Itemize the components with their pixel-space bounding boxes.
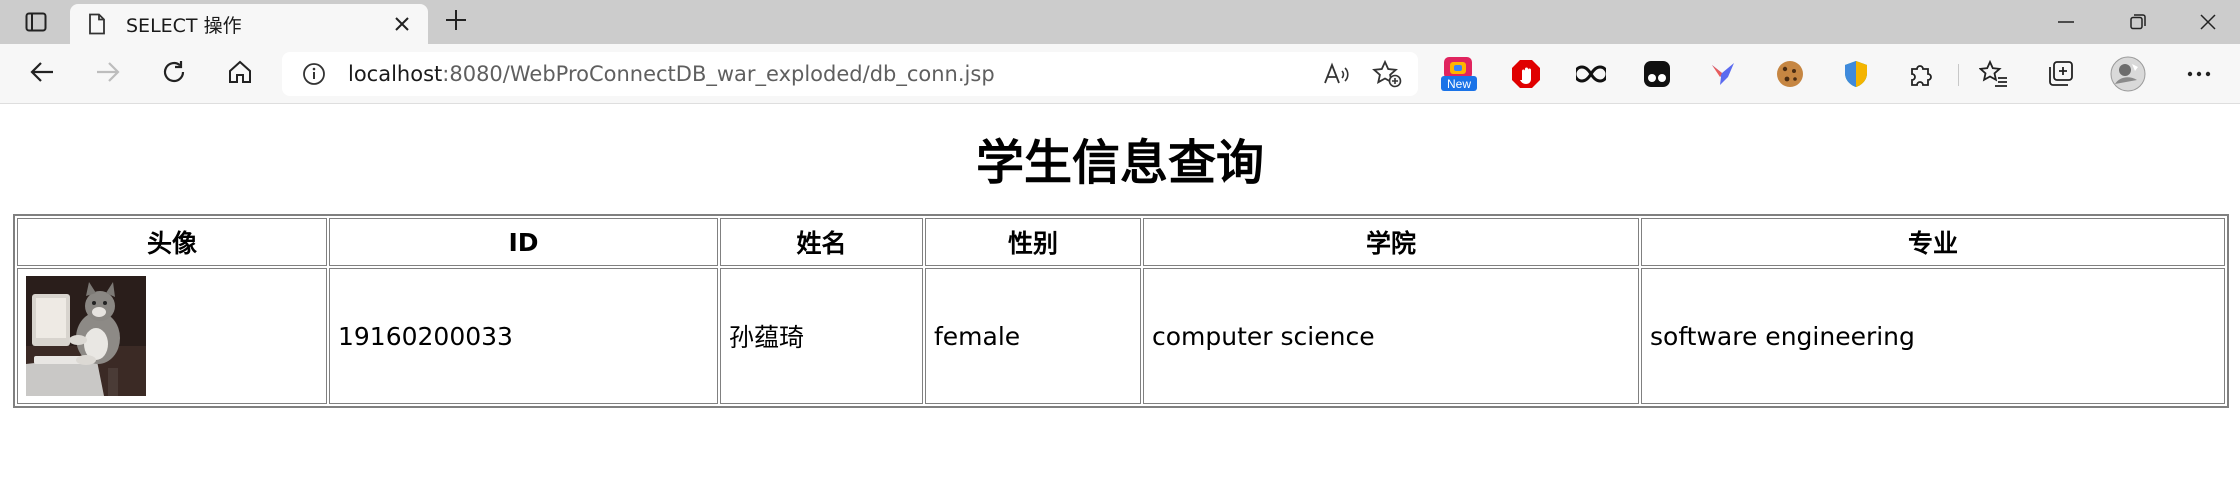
new-tab-button[interactable] [440, 7, 472, 37]
header-college: 学院 [1143, 218, 1639, 266]
adblock-icon[interactable] [1507, 55, 1545, 93]
cell-name: 孙蕴琦 [720, 268, 923, 404]
toolbar-separator [1958, 64, 1959, 86]
table-row: 19160200033 孙蕴琦 female computer science … [17, 268, 2225, 404]
cell-college: computer science [1143, 268, 1639, 404]
cell-major: software engineering [1641, 268, 2225, 404]
page-heading: 学生信息查询 [975, 135, 1264, 191]
close-icon[interactable] [390, 12, 414, 36]
home-icon [227, 59, 253, 89]
profile-avatar[interactable] [2109, 55, 2147, 93]
plus-icon [445, 9, 467, 35]
active-tab[interactable]: SELECT 操作 [70, 4, 428, 44]
shield-extension-icon[interactable] [1837, 55, 1875, 93]
student-avatar-image [26, 276, 146, 396]
collections-icon[interactable] [2041, 55, 2079, 93]
url-text[interactable]: localhost:8080/WebProConnectDB_war_explo… [348, 62, 995, 86]
home-button[interactable] [218, 52, 262, 96]
header-id: ID [329, 218, 718, 266]
table-header-row: 头像 ID 姓名 性别 学院 专业 [17, 218, 2225, 266]
favorites-icon[interactable] [1975, 55, 2013, 93]
close-window-button[interactable] [2176, 0, 2240, 44]
star-add-icon[interactable] [1372, 60, 1402, 88]
cell-gender: female [925, 268, 1141, 404]
browser-toolbar: localhost:8080/WebProConnectDB_war_explo… [0, 44, 2240, 104]
extensions-puzzle-icon[interactable] [1902, 55, 1940, 93]
cell-avatar [17, 268, 327, 404]
refresh-icon [161, 59, 187, 89]
header-gender: 性别 [925, 218, 1141, 266]
forward-arrow-icon [95, 60, 121, 88]
tab-strip: SELECT 操作 [0, 0, 2240, 44]
refresh-button[interactable] [152, 52, 196, 96]
back-arrow-icon [29, 60, 55, 88]
read-aloud-icon[interactable] [1322, 60, 1352, 88]
restore-button[interactable] [2106, 0, 2170, 44]
header-avatar: 头像 [17, 218, 327, 266]
address-bar[interactable]: localhost:8080/WebProConnectDB_war_explo… [282, 52, 1418, 96]
info-icon[interactable] [302, 61, 328, 87]
more-icon[interactable] [2180, 55, 2218, 93]
student-table: 头像 ID 姓名 性别 学院 专业 19160200033 孙蕴琦 female… [13, 214, 2229, 408]
tampermonkey-icon[interactable] [1638, 55, 1676, 93]
page-content: 学生信息查询 头像 ID 姓名 性别 学院 专业 19160200033 孙蕴琦… [0, 105, 2240, 488]
extension-new-icon[interactable]: New [1440, 55, 1478, 93]
bird-extension-icon[interactable] [1705, 55, 1743, 93]
url-path: :8080/WebProConnectDB_war_exploded/db_co… [442, 62, 995, 86]
page-icon [88, 13, 110, 35]
tab-title: SELECT 操作 [126, 14, 242, 37]
header-major: 专业 [1641, 218, 2225, 266]
cookie-icon[interactable] [1771, 55, 1809, 93]
tab-actions-icon[interactable] [16, 7, 56, 37]
cell-id: 19160200033 [329, 268, 718, 404]
url-host: localhost [348, 62, 443, 86]
minimize-button[interactable] [2034, 0, 2098, 44]
infinity-icon[interactable] [1572, 55, 1610, 93]
new-badge-text: New [1447, 77, 1471, 91]
header-name: 姓名 [720, 218, 923, 266]
back-button[interactable] [20, 52, 64, 96]
forward-button[interactable] [86, 52, 130, 96]
